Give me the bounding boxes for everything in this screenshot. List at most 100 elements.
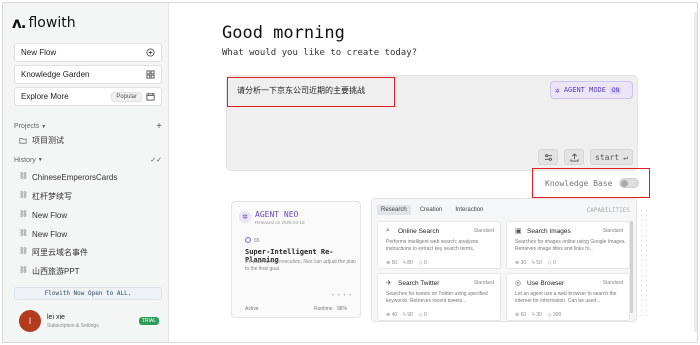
projects-section-header[interactable]: Projects ▼ + [14, 121, 162, 132]
brand-logo[interactable]: ʌ. flowith [12, 14, 76, 32]
history-item[interactable]: ⛓ 杠杆梦续写 [19, 190, 72, 202]
pagination-dots[interactable]: • • • • [332, 293, 352, 299]
stat-other: ◇ 0 [418, 260, 427, 266]
history-item[interactable]: ⛓ 阿里云域名事件 [19, 246, 88, 258]
capability-tabs: Research Creation Interaction [377, 205, 487, 215]
check-all-icon[interactable]: ✓✓ [150, 156, 162, 164]
stat-speed: ϟ 90 [403, 312, 413, 318]
project-item-label: 项目测试 [32, 135, 64, 145]
page-scrollbar[interactable] [694, 12, 697, 332]
history-item[interactable]: ⛓ New Flow [19, 228, 67, 240]
flow-icon: ⛓ [19, 248, 28, 255]
subscription-settings-link[interactable]: Subscription & Settings [47, 323, 139, 329]
agent-mode-state: ON [609, 86, 622, 94]
stat-value: 0 [553, 260, 556, 266]
prompt-input-area[interactable]: 请分析一下京东公司近期的主要挑战 ✲ AGENT MODE ON start ↵ [226, 75, 638, 171]
knowledge-garden-label: Knowledge Garden [21, 70, 90, 79]
stat-speed: ϟ 50 [532, 260, 542, 266]
history-label: History [14, 156, 36, 164]
capability-stats: ⊕ 30 ϟ 50 ◇ 0 [515, 260, 556, 266]
explore-more-label: Explore More [21, 92, 69, 101]
highlight-box [532, 168, 650, 198]
project-item[interactable]: 项目测试 [19, 134, 64, 146]
brand-name: flowith [28, 15, 76, 31]
stat-speed: ϟ 30 [532, 312, 542, 318]
agent-neo-progress-label: 85 [254, 238, 260, 244]
user-profile[interactable]: l lei xie Subscription & Settings TRIAL [19, 309, 159, 333]
stat-value: 50 [536, 260, 542, 266]
stat-value: 30 [536, 312, 542, 318]
new-flow-label: New Flow [21, 48, 57, 57]
flowith-logo-icon: ʌ. [12, 14, 27, 32]
history-item[interactable]: ⛓ New Flow [19, 209, 67, 221]
enter-icon: ↵ [623, 152, 628, 162]
capability-card[interactable]: ▣ Search Images Standard Searches for im… [506, 221, 630, 269]
tab-research[interactable]: Research [377, 205, 411, 215]
history-section-header[interactable]: History ▼ ✓✓ [14, 156, 162, 165]
stat-value: 80 [407, 260, 413, 266]
popular-badge: Popular [111, 91, 142, 102]
announcement-banner[interactable]: Flowith Now Open to ALL. [14, 287, 162, 300]
flow-icon: ⛓ [19, 173, 28, 180]
search-icon: ⌕ [386, 227, 390, 234]
agent-neo-status: Active [245, 306, 259, 312]
capability-tier: Standard [602, 228, 623, 234]
add-project-icon[interactable]: + [156, 121, 162, 132]
twitter-icon: ✈ [386, 280, 392, 287]
capability-stats: ⊕ 50 ϟ 80 ◇ 0 [386, 260, 427, 266]
capabilities-scrollbar[interactable] [630, 221, 633, 313]
capability-name: Use Browser [527, 280, 565, 287]
start-label: start [595, 152, 620, 162]
capability-tier: Standard [473, 228, 494, 234]
upload-button[interactable] [564, 149, 584, 165]
app-window: ʌ. flowith New Flow Knowledge Garden Exp… [2, 2, 698, 343]
history-item-label: New Flow [32, 210, 68, 220]
caret-down-icon: ▼ [41, 123, 47, 130]
history-item[interactable]: ⛓ 山西旅游PPT [19, 265, 80, 277]
capability-card[interactable]: ◎ Use Browser Standard Let an agent use … [506, 273, 630, 321]
new-flow-button[interactable]: New Flow [14, 43, 162, 62]
capabilities-panel: Research Creation Interaction CAPABILITI… [371, 198, 637, 322]
flow-icon: ⛓ [19, 230, 28, 237]
runtime-label: Runtime [314, 306, 333, 312]
stat-value: 30 [520, 260, 527, 266]
capability-card[interactable]: ✈ Search Twitter Standard Searches for t… [377, 273, 501, 321]
sliders-icon [544, 153, 552, 161]
agent-neo-card[interactable]: ✲ AGENT NEO Released on 2025-03-18 85 Su… [231, 201, 361, 318]
stat-speed: ϟ 80 [403, 260, 413, 266]
start-button[interactable]: start ↵ [590, 149, 633, 165]
flow-icon: ⛓ [19, 267, 28, 274]
history-item[interactable]: ⛓ ChineseEmperorsCards [19, 171, 117, 183]
agent-neo-runtime: Runtime 98% [314, 306, 347, 312]
explore-more-button[interactable]: Explore More Popular [14, 87, 162, 106]
upload-icon [569, 152, 579, 162]
agent-neo-release-date: Released on 2025-03-18 [255, 220, 305, 225]
stat-value: 0 [424, 260, 427, 266]
stat-value: 50 [391, 260, 398, 266]
knowledge-garden-button[interactable]: Knowledge Garden [14, 65, 162, 84]
settings-sliders-button[interactable] [538, 149, 558, 165]
capability-name: Search Twitter [398, 280, 440, 287]
stat-value: 90 [407, 312, 413, 318]
stat-credits: ⊕ 40 [386, 312, 398, 318]
capability-description: Searches for tweets on Twitter using spe… [386, 291, 488, 304]
capability-description: Performs intelligent web search; analyze… [386, 239, 479, 252]
capability-stats: ⊕ 60 ϟ 30 ◇ 300 [515, 312, 561, 318]
capability-stats: ⊕ 40 ϟ 90 ◇ 0 [386, 312, 427, 318]
folder-icon [19, 136, 27, 144]
stat-credits: ⊕ 60 [515, 312, 527, 318]
history-item-label: 杠杆梦续写 [32, 191, 72, 201]
stat-other: ◇ 300 [547, 312, 562, 318]
agent-mode-toggle[interactable]: ✲ AGENT MODE ON [550, 81, 633, 99]
stat-credits: ⊕ 50 [386, 260, 398, 266]
tab-creation[interactable]: Creation [416, 205, 447, 215]
stat-value: 60 [520, 312, 527, 318]
agent-mode-label: AGENT MODE [563, 86, 606, 94]
tab-interaction[interactable]: Interaction [451, 205, 487, 215]
chat-plus-icon [146, 48, 155, 57]
runtime-value: 98% [337, 306, 348, 312]
grid-icon [146, 70, 155, 79]
stat-other: ◇ 0 [547, 260, 556, 266]
capability-card[interactable]: ⌕ Online Search Standard Performs intell… [377, 221, 501, 269]
capability-name: Online Search [398, 228, 440, 235]
